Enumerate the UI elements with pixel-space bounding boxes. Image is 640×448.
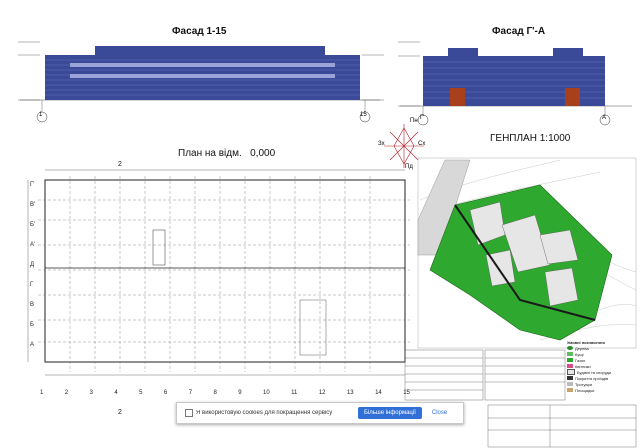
bush-icon <box>567 352 573 356</box>
cookie-banner: Я використовую cookies для покращення се… <box>176 402 464 424</box>
col-axis-label: 11 <box>291 390 298 396</box>
architectural-drawing-sheet: 2 2 <box>18 41 637 448</box>
plan-title: План на відм. 0,000 <box>178 148 276 159</box>
legend-label: Газон <box>575 357 586 363</box>
genplan-site-plan <box>417 157 637 349</box>
col-axis-label: 2 <box>64 390 69 396</box>
genplan-title: ГЕНПЛАН 1:1000 <box>490 133 571 144</box>
col-axis-label: 1 <box>40 390 44 396</box>
flowerbed-icon <box>567 364 573 368</box>
col-axis-label: 15 <box>403 390 410 396</box>
legend-label: Тротуари <box>575 381 593 387</box>
cookie-banner-text: Я використовую cookies для покращення се… <box>196 410 333 416</box>
col-axis-label: 6 <box>163 390 168 396</box>
legend-label: Будівлі та споруди <box>577 369 612 375</box>
row-axis-label: Б' <box>30 222 36 228</box>
tree-icon <box>567 346 573 350</box>
facade-right-axis-a: А <box>602 115 607 121</box>
row-axis-label: В' <box>30 202 36 208</box>
row-axis-label: Г <box>30 282 34 288</box>
row-axis-label: А' <box>30 242 36 248</box>
building-icon <box>567 369 575 375</box>
facade-left-axis-15: 15 <box>360 112 367 118</box>
row-axis-label: А <box>30 342 35 348</box>
col-axis-label: 12 <box>318 390 326 396</box>
compass-north-label: Пн <box>410 118 418 124</box>
facade-left <box>18 41 384 112</box>
row-axis-label: Б <box>30 322 34 328</box>
row-axis-label: Г' <box>30 182 35 188</box>
genplan-legend: Умовні позначення Дерева Кущі Газон Квіт… <box>567 339 639 393</box>
close-button[interactable]: Close <box>432 410 447 416</box>
col-axis-label: 10 <box>263 390 270 396</box>
legend-label: Покриття проїздів <box>575 375 609 381</box>
floor-plan: 2 2 <box>27 161 410 416</box>
plan-column-axes: 1 2 3 4 5 6 7 8 9 10 11 12 13 14 15 <box>40 390 410 396</box>
legend-label: Кущі <box>575 351 584 357</box>
compass-west-label: Зх <box>378 141 385 147</box>
compass-south-label: Пд <box>405 164 413 170</box>
col-axis-label: 13 <box>346 390 354 396</box>
facade-right-title: Фасад Г'-А <box>492 26 546 37</box>
compass-east-label: Сх <box>418 141 426 147</box>
playground-icon <box>567 388 573 392</box>
row-axis-label: Д <box>30 262 35 268</box>
facade-right-axis-g: Г' <box>420 115 425 121</box>
checkbox-icon[interactable] <box>185 409 193 417</box>
legend-label: Площадки <box>575 387 595 393</box>
road-icon <box>567 376 573 380</box>
more-info-button[interactable]: Більше інформації <box>358 407 422 419</box>
col-axis-label: 3 <box>89 390 93 396</box>
legend-label: Квітники <box>575 363 591 369</box>
legend-item: Площадки <box>567 387 639 393</box>
facade-left-axis-markers <box>36 111 371 123</box>
lawn-icon <box>567 358 573 362</box>
svg-text:2: 2 <box>118 409 122 416</box>
col-axis-label: 7 <box>188 390 193 396</box>
row-axis-label: В <box>30 302 35 308</box>
col-axis-label: 9 <box>238 390 242 396</box>
col-axis-label: 4 <box>114 390 118 396</box>
col-axis-label: 5 <box>139 390 143 396</box>
facade-left-axis-1: 1 <box>39 112 43 118</box>
legend-label: Дерева <box>575 345 589 351</box>
sidewalk-icon <box>567 382 573 386</box>
plan-row-axes: Г' В' Б' А' Д Г В Б А <box>30 175 42 355</box>
svg-text:2: 2 <box>118 161 122 168</box>
facade-right <box>398 41 632 126</box>
facade-left-title: Фасад 1-15 <box>172 26 227 37</box>
col-axis-label: 8 <box>213 390 217 396</box>
col-axis-label: 14 <box>375 390 382 396</box>
